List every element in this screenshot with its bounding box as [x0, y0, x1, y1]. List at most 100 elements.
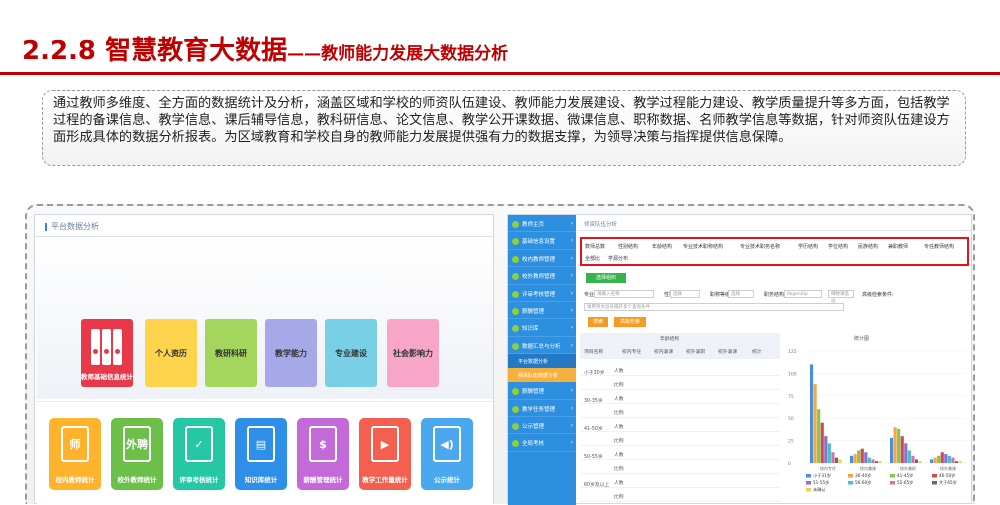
chart-bar: [897, 428, 901, 463]
sidebar-item[interactable]: 公示管理 ›: [508, 417, 576, 435]
advanced-condition-input[interactable]: 请用英文逗号隔开多个查询条件: [584, 303, 844, 311]
sidebar-item[interactable]: 薪酬管理 ›: [508, 302, 576, 320]
table-row: 人数: [580, 447, 780, 460]
x-tick-label: 校内兼课: [860, 465, 876, 471]
tile-label: 校内教师统计: [55, 476, 95, 484]
tab[interactable]: 学历结构: [798, 243, 818, 250]
y-tick-label: 50: [788, 416, 794, 422]
legend-swatch: [806, 481, 811, 485]
chart-bar: [900, 436, 904, 463]
title-bar: 2.2.8 智慧教育大数据——教师能力发展大数据分析: [0, 0, 1000, 75]
tile-major-construction[interactable]: 专业建设: [325, 319, 377, 387]
tile-research[interactable]: 教研科研: [205, 319, 257, 387]
chart-bar: [874, 461, 879, 463]
legend-label: 未确认: [813, 486, 826, 493]
sidebar-item[interactable]: 基础信息设置 ›: [508, 232, 576, 250]
sidebar-item[interactable]: 全局考核 ›: [508, 434, 576, 452]
tile-label: 知识库统计: [244, 476, 278, 484]
tab[interactable]: 全部比: [585, 255, 600, 262]
chart-bar: [871, 459, 875, 463]
tile-announcement-stats[interactable]: ◀) 公示统计: [421, 418, 473, 490]
tile-teaching-ability[interactable]: 教学能力: [265, 319, 317, 387]
sidebar-item[interactable]: 评审考核管理 ›: [508, 285, 576, 302]
gender-select[interactable]: 选择: [670, 290, 700, 298]
legend-swatch: [932, 474, 937, 478]
y-tick-label: 75: [788, 394, 794, 400]
sidebar-item[interactable]: 教师主页 ›: [508, 215, 576, 233]
tile-inschool-teacher-stats[interactable]: 师校内教师统计: [49, 418, 101, 490]
y-tick-label: 0: [788, 461, 791, 467]
table-row: 比例: [580, 461, 780, 474]
y-tick-label: 125: [788, 349, 797, 355]
sidebar-item[interactable]: 薪酬管理 ›: [508, 382, 576, 400]
tile-teacher-basic-stats[interactable]: 教师基础信息统计: [81, 319, 133, 387]
row-kind-label: 人数: [614, 481, 624, 486]
analysis-tabs: 数师总数 性别结构 年龄结构 专业技术职称结构 专业技术职务名称 学历结构 学位…: [580, 237, 969, 266]
legend-label: 55-65岁: [897, 479, 913, 486]
title-underline: [0, 72, 1000, 75]
tile-social-influence[interactable]: 社会影响力: [387, 319, 439, 387]
tile-label: 教学能力: [275, 348, 307, 358]
tile-label: 校外教师统计: [117, 476, 157, 484]
chart-bar: [930, 459, 934, 463]
legend-swatch: [848, 481, 853, 485]
sidebar-item[interactable]: 知识库 ›: [508, 319, 576, 337]
chart-bar: [824, 436, 828, 463]
column-header: 校内兼课: [654, 350, 674, 355]
sidebar: 教师主页 › 基础信息设置 › 校内教师管理 › 校外教师管理 › 评审考核管理 › 薪酬…: [508, 215, 576, 505]
external-hire-icon: 外聘: [123, 426, 151, 462]
table-row: 人数: [580, 475, 780, 488]
tile-label: 公示统计: [434, 476, 460, 484]
legend-swatch: [890, 474, 895, 478]
tile-workload-stats[interactable]: ▶ 教学工作量统计: [359, 418, 411, 490]
tile-salary-stats[interactable]: $ 薪酬管理统计: [297, 418, 349, 490]
select-org-button[interactable]: 选择组织: [586, 273, 626, 283]
bar-chart: 125 100 75 50 25 0 校内专任 校内兼课 校外兼职 校外兼课小于31岁 36-40岁…: [788, 349, 966, 493]
sidebar-item[interactable]: 教学任务管理 ›: [508, 400, 576, 417]
sidebar-sub-faculty[interactable]: 师资队伍数据分析: [508, 368, 576, 383]
sidebar-item[interactable]: 校内教师管理 ›: [508, 250, 576, 268]
tab[interactable]: 性别结构: [618, 243, 638, 250]
table-header: 年龄结构 项目名称 校内专任 校内兼课 校外兼职 校外兼课 统计: [580, 333, 780, 359]
sidebar-sub-platform[interactable]: 平台数据分析: [508, 354, 576, 369]
tab[interactable]: 数师总数: [585, 243, 605, 250]
column-header: 校外兼职: [686, 350, 706, 355]
sidebar-item[interactable]: 数据汇总与分析 ›: [508, 337, 576, 355]
tile-review-stats[interactable]: ✓ 评审考核统计: [173, 418, 225, 490]
tile-personal-record[interactable]: 个人资历: [145, 319, 197, 387]
tab[interactable]: 学位结构: [828, 243, 848, 250]
major-input[interactable]: 请输入名称: [594, 290, 654, 298]
tab[interactable]: 学源分布: [608, 255, 628, 262]
tile-knowledge-stats[interactable]: ▤ 知识库统计: [235, 418, 287, 490]
chart-bar: [820, 422, 824, 463]
tile-label: 薪酬管理统计: [303, 476, 343, 484]
tab[interactable]: 年龄结构: [652, 243, 672, 250]
table-row: 比例: [580, 489, 780, 502]
chart-bar: [864, 452, 868, 463]
tile-external-teacher-stats[interactable]: 外聘 校外教师统计: [111, 418, 163, 490]
tab[interactable]: 专任教师结构: [924, 243, 954, 250]
legend-label: 46-50岁: [939, 472, 955, 479]
tab[interactable]: 专业技术职务名称: [740, 243, 780, 250]
search-button[interactable]: 搜索: [588, 317, 608, 327]
y-tick-label: 100: [788, 371, 797, 377]
table-row: 比例: [580, 433, 780, 446]
tile-label: 评审考核统计: [179, 476, 219, 484]
duty-input[interactable]: Pagenitip: [784, 290, 822, 298]
chart-title: 统计图: [854, 336, 870, 342]
tab[interactable]: 专业技术职称结构: [683, 243, 723, 250]
table-row: 人数: [580, 391, 780, 404]
tab[interactable]: 民族结构: [858, 243, 878, 250]
sidebar-item[interactable]: 校外教师管理 ›: [508, 267, 576, 285]
tab[interactable]: 兼职教师: [888, 243, 908, 250]
row-kind-label: 比例: [614, 495, 624, 500]
panel-header-label: 平台数据分析: [51, 222, 99, 231]
row-kind-label: 比例: [614, 439, 624, 444]
title-level-select[interactable]: 选择: [728, 290, 754, 298]
table-row: 比例: [580, 405, 780, 418]
breadcrumb: 师资队伍分析: [578, 215, 971, 231]
book-icon: ▤: [247, 426, 275, 462]
x-tick-label: 校外兼课: [940, 465, 956, 471]
detail-select[interactable]: 细致请选址: [828, 290, 854, 304]
advanced-search-button[interactable]: 高级检索: [614, 317, 646, 327]
